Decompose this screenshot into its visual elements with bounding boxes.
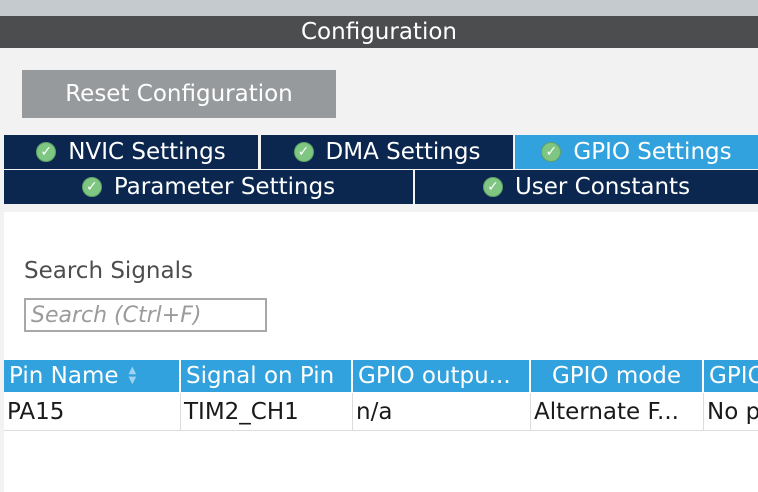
tab-label: GPIO Settings xyxy=(573,139,732,165)
reset-configuration-label: Reset Configuration xyxy=(65,81,293,107)
column-header-label: GPIO outpu... xyxy=(358,363,511,389)
table-cell-gpio-output[interactable]: n/a xyxy=(353,393,531,431)
cell-text: Alternate F... xyxy=(534,398,679,425)
table-cell-pin-name[interactable]: PA15 xyxy=(4,393,181,431)
tab-nvic-settings[interactable]: ✓ NVIC Settings xyxy=(4,135,258,169)
tab-label: NVIC Settings xyxy=(68,139,226,165)
column-header-label: GPIO xyxy=(709,363,758,389)
column-header-gpio[interactable]: GPIO xyxy=(704,360,758,392)
table-cell-gpio-mode[interactable]: Alternate F... xyxy=(531,393,704,431)
column-header-gpio-output[interactable]: GPIO outpu... xyxy=(353,360,529,392)
table-cell-signal[interactable]: TIM2_CH1 xyxy=(181,393,353,431)
tab-label: User Constants xyxy=(514,174,691,200)
tab-content-area xyxy=(4,212,758,492)
tab-dma-settings[interactable]: ✓ DMA Settings xyxy=(261,135,513,169)
panel-title: Configuration xyxy=(301,19,457,45)
cell-text: n/a xyxy=(356,398,393,425)
tab-label: DMA Settings xyxy=(325,139,481,165)
cell-text: No p xyxy=(707,398,758,425)
tab-user-constants[interactable]: ✓ User Constants xyxy=(415,170,758,204)
check-circle-icon: ✓ xyxy=(36,142,57,162)
check-circle-icon: ✓ xyxy=(81,177,102,197)
column-header-pin-name[interactable]: Pin Name ▲ ▼ xyxy=(4,360,179,392)
cell-text: PA15 xyxy=(7,398,65,425)
column-header-label: Signal on Pin xyxy=(186,363,335,389)
panel-title-bar: Configuration xyxy=(0,16,758,48)
reset-configuration-button[interactable]: Reset Configuration xyxy=(22,70,336,118)
check-circle-icon: ✓ xyxy=(482,177,503,197)
column-header-gpio-mode[interactable]: GPIO mode xyxy=(531,360,702,392)
tab-gpio-settings[interactable]: ✓ GPIO Settings xyxy=(515,135,758,169)
column-header-signal-on-pin[interactable]: Signal on Pin xyxy=(181,360,351,392)
search-signals-label: Search Signals xyxy=(24,258,193,284)
search-signals-input[interactable] xyxy=(24,298,267,332)
tab-parameter-settings[interactable]: ✓ Parameter Settings xyxy=(4,170,413,204)
sort-icon[interactable]: ▲ ▼ xyxy=(129,366,137,386)
column-header-label: Pin Name xyxy=(9,363,119,389)
check-circle-icon: ✓ xyxy=(293,142,314,162)
cell-text: TIM2_CH1 xyxy=(184,398,299,425)
tab-label: Parameter Settings xyxy=(113,174,336,200)
table-cell-gpio[interactable]: No p xyxy=(704,393,758,431)
column-header-label: GPIO mode xyxy=(551,363,682,389)
top-strip xyxy=(0,0,758,16)
check-circle-icon: ✓ xyxy=(541,142,562,162)
